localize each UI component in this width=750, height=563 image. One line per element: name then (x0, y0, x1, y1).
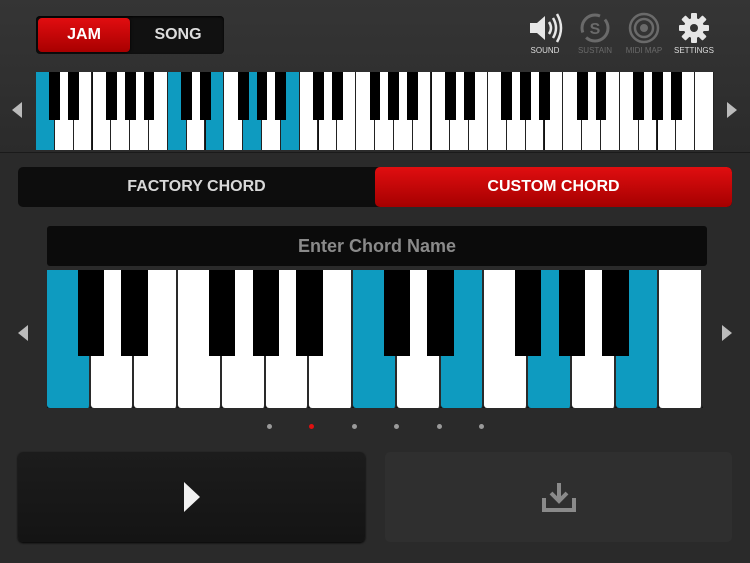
black-key[interactable] (514, 270, 542, 356)
black-key[interactable] (68, 72, 80, 121)
black-key[interactable] (539, 72, 550, 121)
settings-label: SETTINGS (673, 46, 714, 55)
custom-chord-tab[interactable]: CUSTOM CHORD (375, 167, 732, 207)
chord-keyboard-left-arrow[interactable] (18, 325, 28, 341)
black-key[interactable] (275, 72, 287, 121)
black-key[interactable] (331, 72, 343, 121)
sound-button[interactable]: SOUND (519, 12, 571, 55)
chord-keyboard[interactable] (47, 270, 703, 408)
page-dot[interactable] (479, 424, 484, 429)
black-key[interactable] (444, 72, 456, 121)
page-dot[interactable] (394, 424, 399, 429)
download-icon (541, 483, 576, 512)
chord-keyboard-right-arrow[interactable] (722, 325, 732, 341)
black-key[interactable] (501, 72, 513, 121)
chord-name-input[interactable] (47, 226, 707, 266)
factory-chord-tab[interactable]: FACTORY CHORD (18, 167, 375, 207)
black-key[interactable] (602, 270, 629, 356)
target-icon (628, 12, 660, 44)
black-key[interactable] (670, 72, 682, 121)
play-icon (183, 482, 200, 512)
page-dot[interactable] (266, 424, 272, 429)
page-dot[interactable] (309, 424, 314, 429)
black-key[interactable] (200, 72, 211, 121)
black-key[interactable] (369, 72, 381, 121)
page-dot[interactable] (351, 424, 357, 429)
black-key[interactable] (252, 270, 279, 356)
black-key[interactable] (595, 72, 607, 121)
gear-icon (679, 13, 709, 43)
jam-mode-button[interactable]: JAM (38, 18, 130, 52)
mini-keyboard-left-arrow[interactable] (12, 102, 22, 118)
black-key[interactable] (388, 72, 400, 121)
black-key[interactable] (520, 72, 532, 121)
mode-switch: JAM SONG (36, 16, 224, 54)
black-key[interactable] (256, 72, 268, 121)
black-key[interactable] (143, 72, 155, 121)
top-toolbar: JAM SONG SOUND S SUSTAIN MIDI MAP SETTIN… (0, 0, 750, 153)
black-key[interactable] (633, 72, 645, 121)
mini-keyboard-right-arrow[interactable] (727, 102, 737, 118)
mini-keyboard[interactable] (36, 72, 714, 150)
black-key[interactable] (296, 270, 323, 356)
black-key[interactable] (105, 72, 117, 121)
white-key[interactable] (695, 72, 714, 150)
black-key[interactable] (181, 72, 193, 121)
midi-map-label: MIDI MAP (625, 46, 663, 55)
black-key[interactable] (407, 72, 419, 121)
black-key[interactable] (237, 72, 249, 121)
black-key[interactable] (652, 72, 663, 121)
black-key[interactable] (208, 270, 236, 356)
black-key[interactable] (121, 270, 148, 356)
white-key[interactable] (659, 270, 703, 408)
black-key[interactable] (463, 72, 475, 121)
midi-map-button[interactable]: MIDI MAP (618, 12, 670, 55)
sustain-label: SUSTAIN (577, 46, 613, 55)
page-dot[interactable] (436, 424, 442, 429)
black-key[interactable] (124, 72, 136, 121)
black-key[interactable] (558, 270, 585, 356)
black-key[interactable] (576, 72, 588, 121)
svg-text:S: S (590, 21, 601, 38)
black-key[interactable] (77, 270, 104, 356)
black-key[interactable] (427, 270, 454, 356)
black-key[interactable] (383, 270, 410, 356)
page-indicator (0, 424, 750, 434)
play-button[interactable] (18, 452, 365, 542)
save-chord-button[interactable] (385, 452, 732, 542)
sustain-icon: S (580, 13, 610, 43)
sound-label: SOUND (530, 46, 560, 55)
black-key[interactable] (49, 72, 61, 121)
sustain-button[interactable]: S SUSTAIN (569, 12, 621, 55)
chord-type-switch: FACTORY CHORD CUSTOM CHORD (18, 167, 732, 207)
speaker-icon (530, 13, 563, 43)
song-mode-button[interactable]: SONG (132, 16, 224, 54)
settings-button[interactable]: SETTINGS (668, 12, 720, 55)
black-key[interactable] (313, 72, 324, 121)
